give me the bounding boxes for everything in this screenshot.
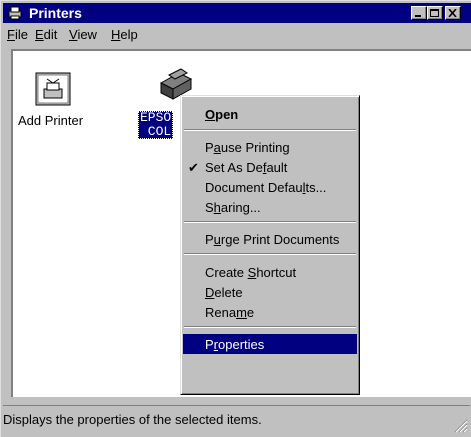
menu-set-as-default[interactable]: ✔ Set As Default: [183, 157, 357, 177]
status-bar: Displays the properties of the selected …: [3, 405, 470, 435]
menu-document-defaults[interactable]: Document Defaults...: [183, 177, 357, 197]
menu-edit[interactable]: Edit: [35, 27, 57, 42]
printer-context-menu: Open Pause Printing ✔ Set As Default Doc…: [180, 95, 360, 395]
add-printer-label[interactable]: Add Printer: [18, 113, 83, 128]
printers-window: Printers File Edit View Help Add Printer: [0, 0, 471, 437]
menu-create-shortcut[interactable]: Create Shortcut: [183, 262, 357, 282]
menu-delete[interactable]: Delete: [183, 282, 357, 302]
menu-separator: [184, 326, 356, 328]
menu-view[interactable]: View: [69, 27, 97, 42]
menu-bar: File Edit View Help: [3, 24, 471, 44]
checkmark-icon: ✔: [188, 160, 199, 175]
menu-separator: [184, 221, 356, 223]
menu-help[interactable]: Help: [111, 27, 138, 42]
epson-printer-label[interactable]: EPSO COL: [138, 111, 174, 139]
menu-sharing[interactable]: Sharing...: [183, 197, 357, 217]
add-printer-icon: [35, 72, 71, 106]
menu-rename[interactable]: Rename: [183, 302, 357, 322]
title-bar[interactable]: Printers: [3, 3, 471, 23]
menu-open[interactable]: Open: [183, 104, 357, 124]
menu-separator: [184, 253, 356, 255]
menu-separator: [184, 129, 356, 131]
window-title: Printers: [29, 5, 82, 21]
printers-folder-icon: [7, 5, 23, 21]
status-text: Displays the properties of the selected …: [3, 412, 262, 427]
menu-properties[interactable]: Properties: [183, 334, 357, 354]
menu-file[interactable]: File: [7, 27, 28, 42]
menu-pause-printing[interactable]: Pause Printing: [183, 137, 357, 157]
add-printer-item[interactable]: [35, 71, 71, 110]
minimize-button[interactable]: [411, 6, 427, 20]
close-button[interactable]: [445, 6, 461, 20]
menu-purge-print-documents[interactable]: Purge Print Documents: [183, 229, 357, 249]
maximize-button[interactable]: [427, 6, 443, 20]
resize-grip-icon[interactable]: [454, 419, 468, 433]
